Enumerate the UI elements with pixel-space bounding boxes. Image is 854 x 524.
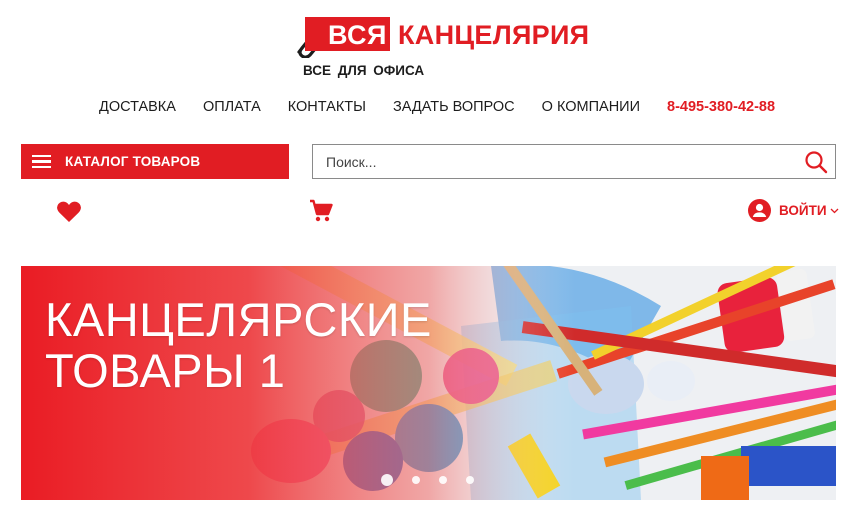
chevron-down-icon [830,208,839,213]
logo-tagline: ВСЕ ДЛЯ ОФИСА [303,63,425,78]
slider-dot-4[interactable] [466,476,474,484]
catalog-button[interactable]: КАТАЛОГ ТОВАРОВ [21,144,289,179]
login-button[interactable]: ВОЙТИ [748,199,839,222]
nav-ask-question[interactable]: ЗАДАТЬ ВОПРОС [393,99,515,117]
banner-title-line-2: ТОВАРЫ 1 [45,344,286,397]
login-label: ВОЙТИ [779,203,827,218]
catalog-button-label: КАТАЛОГ ТОВАРОВ [65,154,201,169]
banner-title-line-1: КАНЦЕЛЯРСКИЕ [45,293,432,346]
hero-banner[interactable]: КАНЦЕЛЯРСКИЕ ТОВАРЫ 1 [21,266,836,500]
nav-delivery[interactable]: ДОСТАВКА [99,99,176,117]
slider-dot-2[interactable] [412,476,420,484]
slider-dot-1[interactable] [381,474,393,486]
logo-word-1: ВСЯ [328,20,387,50]
search-bar [312,144,836,179]
site-logo[interactable]: ВСЯ КАНЦЕЛЯРИЯ ВСЕ ДЛЯ ОФИСА [293,14,589,80]
nav-payment[interactable]: ОПЛАТА [203,99,261,117]
cart-icon[interactable] [309,199,333,228]
banner-title: КАНЦЕЛЯРСКИЕ ТОВАРЫ 1 [45,294,432,396]
heart-icon[interactable] [56,200,82,229]
slider-dot-3[interactable] [439,476,447,484]
search-icon[interactable] [801,147,831,177]
phone-link[interactable]: 8-495-380-42-88 [667,99,775,117]
top-nav: ДОСТАВКА ОПЛАТА КОНТАКТЫ ЗАДАТЬ ВОПРОС О… [99,99,775,117]
logo-word-2: КАНЦЕЛЯРИЯ [398,20,590,50]
menu-icon [32,154,51,169]
nav-contacts[interactable]: КОНТАКТЫ [288,99,366,117]
slider-dots [381,474,493,486]
nav-about[interactable]: О КОМПАНИИ [542,99,640,117]
user-icon [748,199,771,222]
search-input[interactable] [313,145,801,178]
